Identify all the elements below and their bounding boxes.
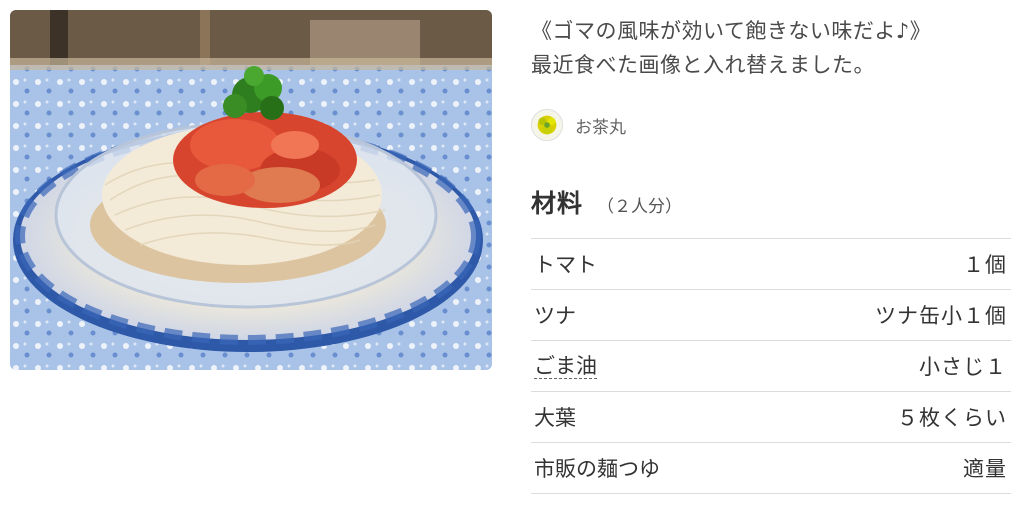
ingredient-amount: ツナ缶小１個	[875, 304, 1007, 328]
ingredient-row: トマト １個	[531, 239, 1011, 290]
somen-dish-image	[10, 10, 492, 370]
ingredient-name: ツナ	[534, 304, 576, 328]
ingredient-name: トマト	[534, 253, 597, 277]
ingredient-name-link[interactable]: ごま油	[534, 354, 597, 379]
recipe-description: 《ゴマの風味が効いて飽きない味だよ♪》 最近食べた画像と入れ替えました。	[531, 14, 1011, 82]
author[interactable]: お茶丸	[531, 108, 1011, 142]
ingredient-amount: 小さじ１	[919, 355, 1007, 379]
description-line: 《ゴマの風味が効いて飽きない味だよ♪》	[531, 19, 932, 43]
ingredients-title: 材料	[531, 189, 584, 218]
ingredients-header: 材料 （２人分）	[531, 184, 1011, 220]
author-name[interactable]: お茶丸	[575, 113, 626, 138]
ingredient-amount: ５枚くらい	[897, 406, 1007, 430]
recipe-photo[interactable]	[10, 10, 492, 370]
ingredient-name: 大葉	[534, 406, 576, 430]
ingredient-row: 市販の麺つゆ 適量	[531, 443, 1011, 494]
ingredient-amount: １個	[963, 253, 1007, 277]
ingredient-row: ツナ ツナ缶小１個	[531, 290, 1011, 341]
author-avatar[interactable]	[531, 109, 563, 141]
recipe-info: 《ゴマの風味が効いて飽きない味だよ♪》 最近食べた画像と入れ替えました。 お茶丸…	[531, 0, 1011, 494]
avatar-icon	[532, 110, 562, 140]
ingredients-list: トマト １個 ツナ ツナ缶小１個 ごま油 小さじ１ 大葉 ５枚くらい 市販の麺つ…	[531, 238, 1011, 494]
ingredient-name: 市販の麺つゆ	[534, 457, 660, 481]
ingredient-row: 大葉 ５枚くらい	[531, 392, 1011, 443]
servings: （２人分）	[597, 197, 683, 217]
ingredient-amount: 適量	[963, 457, 1007, 481]
description-line: 最近食べた画像と入れ替えました。	[531, 53, 875, 77]
ingredient-row: ごま油 小さじ１	[531, 341, 1011, 392]
